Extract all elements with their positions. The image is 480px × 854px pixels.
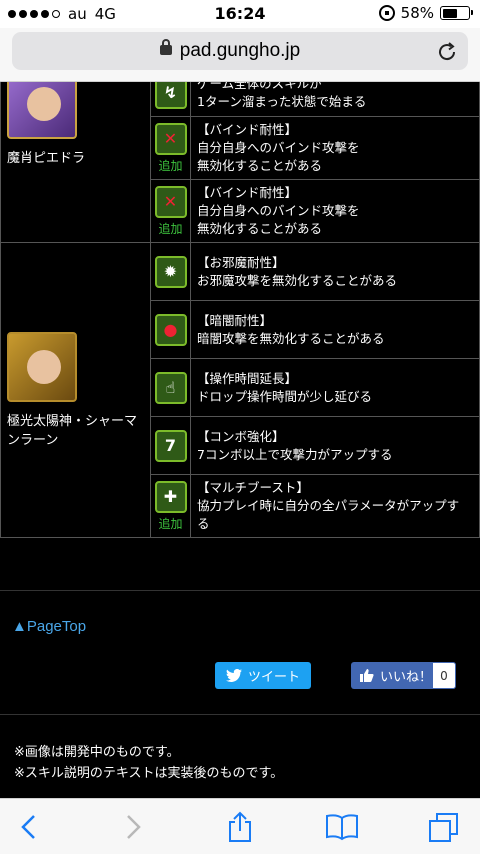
- browser-toolbar: [0, 798, 480, 854]
- forward-button[interactable]: [114, 809, 154, 845]
- skill-description: ゲーム全体のスキルが 1ターン溜まった状態で始まる: [190, 82, 480, 117]
- monster-cell: 極光太陽神・シャーマンラーン: [0, 242, 151, 538]
- divider: [0, 590, 480, 591]
- skill-icon-cell: 7: [150, 416, 191, 475]
- notes: ※画像は開発中のものです。 ※スキル説明のテキストは実装後のものです。: [14, 742, 283, 784]
- share-icon: [229, 811, 251, 842]
- skill-text: ゲーム全体のスキルが: [197, 82, 322, 91]
- skill-description: 【お邪魔耐性】お邪魔攻撃を無効化することがある: [190, 242, 480, 301]
- multi-boost-icon: ✚: [154, 480, 187, 513]
- awakening-skill-table: 魔肖ピエドラ ↯ ゲーム全体のスキルが 1ターン溜まった状態で始まる ✕ 追加 【バインド耐…: [0, 82, 480, 538]
- tabs-button[interactable]: [424, 809, 464, 845]
- time-extend-icon: ☝: [154, 371, 187, 404]
- chevron-left-icon: [21, 815, 35, 839]
- skill-icon-cell: ✹: [150, 242, 191, 301]
- skill-icon-cell: ✕ 追加: [150, 116, 191, 180]
- skill-description: 【コンボ強化】 7コンボ以上で攻撃力がアップする: [190, 416, 480, 475]
- skill-text: 協力プレイ時に自分の全パラメータがアップす: [197, 498, 460, 513]
- tweet-button[interactable]: ツイート: [215, 662, 311, 689]
- jammer-resist-icon: ✹: [154, 255, 187, 288]
- skill-text: 1ターン溜まった状態で始まる: [197, 93, 367, 109]
- skill-boost-icon: ↯: [154, 82, 187, 109]
- skill-row: 魔肖ピエドラ ↯ ゲーム全体のスキルが 1ターン溜まった状態で始まる: [0, 82, 480, 243]
- skill-icon-cell: ●: [150, 300, 191, 359]
- like-label: いいね！: [380, 670, 433, 685]
- skill-icon-cell: ☝: [150, 358, 191, 417]
- skill-description: 【バインド耐性】自分自身へのバインド攻撃を 無効化することがある: [190, 179, 480, 243]
- skill-title: 【バインド耐性】: [197, 122, 298, 137]
- book-icon: [326, 814, 358, 841]
- skill-text: ドロップ操作時間が少し延びる: [197, 388, 373, 404]
- browser-header: pad.gungho.jp: [0, 28, 480, 82]
- skill-text: 暗闇攻撃を無効化することがある: [197, 330, 385, 346]
- bind-resist-icon: ✕: [154, 185, 187, 218]
- like-button[interactable]: いいね！ 0: [351, 662, 456, 689]
- url-text[interactable]: pad.gungho.jp: [12, 40, 468, 62]
- battery-icon: [440, 6, 473, 20]
- skill-title: 【暗闇耐性】: [197, 312, 273, 328]
- monster-cell: 魔肖ピエドラ: [0, 82, 151, 243]
- skill-title: 【コンボ強化】: [197, 428, 285, 444]
- monster-name: 極光太陽神・シャーマンラーン: [7, 414, 138, 448]
- note-line: ※画像は開発中のものです。: [14, 745, 180, 760]
- skill-text: 7コンボ以上で攻撃力がアップする: [197, 446, 393, 462]
- added-label: 追加: [158, 158, 183, 173]
- share-button[interactable]: [220, 809, 260, 845]
- status-right: 58%: [378, 4, 473, 22]
- darkness-resist-icon: ●: [154, 313, 187, 346]
- skill-text: 無効化することがある: [197, 221, 323, 236]
- tweet-label: ツイート: [247, 670, 300, 685]
- skill-text: 自分自身へのバインド攻撃を: [197, 140, 360, 155]
- skill-row: 極光太陽神・シャーマンラーン ✹ 【お邪魔耐性】 お邪魔攻撃を無効化することがある: [0, 242, 480, 538]
- skill-title: 【操作時間延長】: [197, 370, 298, 386]
- note-line: ※スキル説明のテキストは実装後のものです。: [14, 766, 284, 781]
- bookmarks-button[interactable]: [322, 809, 362, 845]
- skill-icon-cell: ✚ 追加: [150, 474, 191, 538]
- skill-text: お邪魔攻撃を無効化することがある: [197, 272, 398, 288]
- monster-name: 魔肖ピエドラ: [7, 151, 86, 166]
- rotation-lock-icon: [378, 5, 395, 21]
- back-button[interactable]: [8, 809, 48, 845]
- page-content: 魔肖ピエドラ ↯ ゲーム全体のスキルが 1ターン溜まった状態で始まる ✕ 追加 【バインド耐…: [0, 82, 480, 798]
- chevron-right-icon: [127, 815, 141, 839]
- thumbs-up-icon: [360, 669, 374, 682]
- tabs-icon: [429, 813, 458, 842]
- added-label: 追加: [158, 516, 183, 531]
- bind-resist-icon: ✕: [154, 122, 187, 155]
- skill-description: 【マルチブースト】協力プレイ時に自分の全パラメータがアップする: [190, 474, 480, 538]
- combo-boost-icon: 7: [154, 429, 187, 462]
- skill-icon-cell: ✕ 追加: [150, 179, 191, 243]
- address-bar[interactable]: pad.gungho.jp: [12, 32, 468, 70]
- skill-icon-cell: ↯: [150, 82, 191, 117]
- skill-text: る: [197, 516, 210, 531]
- monster-portrait: [7, 82, 77, 139]
- skill-text: 自分自身へのバインド攻撃を: [197, 203, 360, 218]
- skill-title: 【お邪魔耐性】: [197, 254, 285, 270]
- skill-description: 【暗闇耐性】暗闇攻撃を無効化することがある: [190, 300, 480, 359]
- added-label: 追加: [158, 221, 183, 236]
- battery-percent: 58%: [400, 4, 434, 22]
- monster-portrait: [7, 332, 77, 402]
- status-bar: au 4G 16:24 58%: [0, 0, 480, 28]
- skill-title: 【マルチブースト】: [197, 480, 309, 495]
- like-count: 0: [432, 662, 456, 689]
- skill-text: 無効化することがある: [197, 158, 323, 173]
- skill-description: 【バインド耐性】自分自身へのバインド攻撃を 無効化することがある: [190, 116, 480, 180]
- divider: [0, 714, 480, 715]
- skill-title: 【バインド耐性】: [197, 185, 298, 200]
- page-top-link[interactable]: ▲PageTop: [12, 618, 86, 635]
- twitter-bird-icon: [225, 669, 242, 682]
- reload-icon[interactable]: [438, 40, 458, 66]
- skill-description: 【操作時間延長】ドロップ操作時間が少し延びる: [190, 358, 480, 417]
